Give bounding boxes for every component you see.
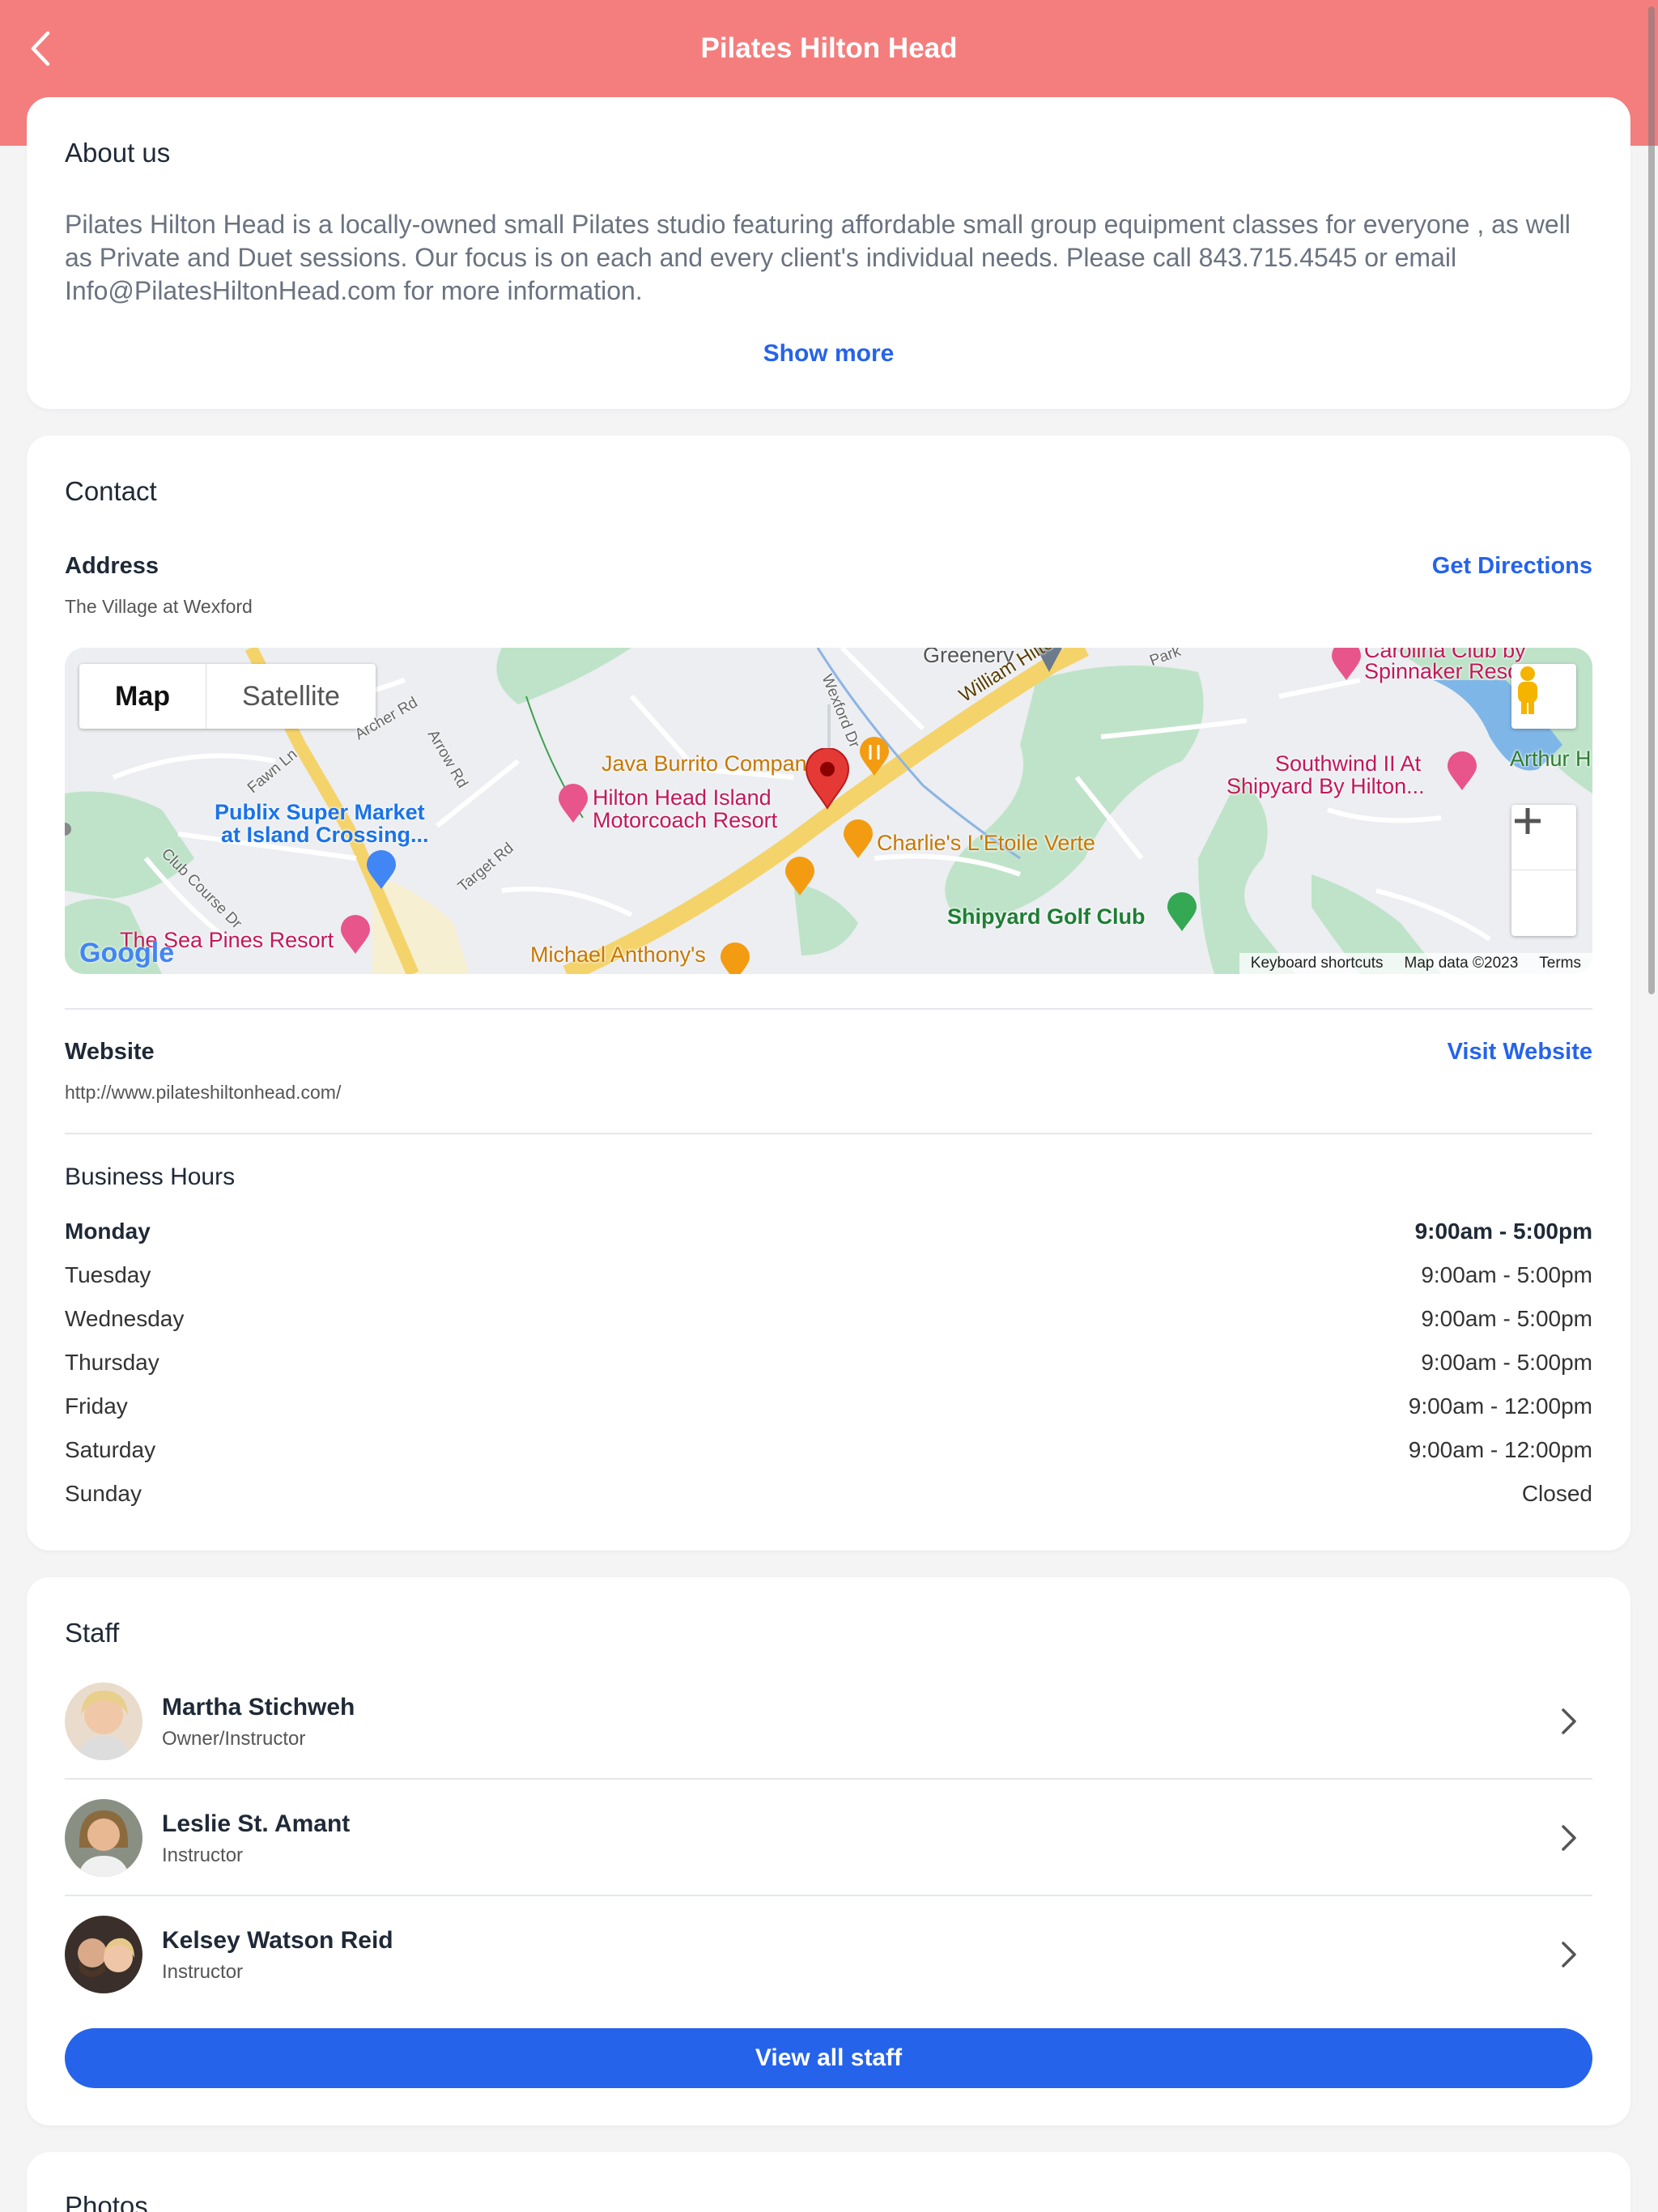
satellite-tab[interactable]: Satellite xyxy=(206,664,376,729)
hours-row-tuesday: Tuesday 9:00am - 5:00pm xyxy=(65,1262,1592,1295)
avatar xyxy=(65,1799,142,1877)
staff-row[interactable]: Leslie St. Amant Instructor xyxy=(65,1780,1592,1896)
hours-value: 9:00am - 5:00pm xyxy=(1421,1350,1592,1375)
address-value: The Village at Wexford xyxy=(65,596,253,617)
location-pin-icon xyxy=(805,748,850,810)
fullscreen-button[interactable] xyxy=(1511,664,1576,729)
hours-value: 9:00am - 5:00pm xyxy=(1421,1306,1592,1331)
keyboard-shortcuts-link[interactable]: Keyboard shortcuts xyxy=(1251,955,1384,972)
page-title: Pilates Hilton Head xyxy=(700,32,958,64)
contact-card: Contact Address Get Directions The Villa… xyxy=(27,436,1630,1551)
website-url: http://www.pilateshiltonhead.com/ xyxy=(65,1082,342,1103)
about-heading: About us xyxy=(65,138,171,168)
about-description: Pilates Hilton Head is a locally-owned s… xyxy=(65,210,1571,305)
divider xyxy=(65,1008,1592,1010)
contact-heading: Contact xyxy=(65,476,157,506)
restaurant-pin-icon xyxy=(785,857,814,895)
google-logo: Google xyxy=(79,938,175,968)
shopping-pin-icon xyxy=(367,850,396,889)
day-label: Saturday xyxy=(65,1437,156,1462)
map-label-publix-1: Publix Super Market xyxy=(215,800,425,824)
staff-row[interactable]: Kelsey Watson Reid Instructor xyxy=(65,1896,1592,2013)
staff-role: Owner/Instructor xyxy=(162,1728,306,1750)
staff-role: Instructor xyxy=(162,1844,244,1866)
map-label-motorcoach: Motorcoach Resort xyxy=(593,808,778,832)
business-hours-heading: Business Hours xyxy=(65,1163,236,1190)
terms-link[interactable]: Terms xyxy=(1539,955,1581,972)
scrollbar[interactable] xyxy=(1648,6,1655,994)
day-label: Sunday xyxy=(65,1481,142,1506)
hours-row-monday: Monday 9:00am - 5:00pm xyxy=(65,1219,1592,1251)
day-label: Tuesday xyxy=(65,1262,151,1287)
map-data-credit: Map data ©2023 xyxy=(1404,955,1519,972)
staff-name: Leslie St. Amant xyxy=(162,1810,351,1837)
hours-value: 9:00am - 12:00pm xyxy=(1408,1393,1592,1419)
view-all-staff-button[interactable]: View all staff xyxy=(65,2028,1592,2088)
restaurant-pin-icon xyxy=(844,819,873,858)
map-label-michael-anthonys: Michael Anthony's xyxy=(530,942,706,967)
address-label: Address xyxy=(65,553,159,579)
photos-card: Photos xyxy=(27,2152,1630,2212)
restaurant-pin-icon xyxy=(860,737,889,776)
map-label-southwind-1: Southwind II At xyxy=(1275,751,1422,776)
map-tab[interactable]: Map xyxy=(79,664,206,729)
hours-value: 9:00am - 12:00pm xyxy=(1408,1437,1592,1462)
chevron-left-icon xyxy=(31,31,50,66)
map-label-shipyard-golf: Shipyard Golf Club xyxy=(947,904,1146,929)
hours-row-friday: Friday 9:00am - 12:00pm xyxy=(65,1393,1592,1426)
about-card: About us Pilates Hilton Head is a locall… xyxy=(27,97,1630,409)
app-header: Pilates Hilton Head xyxy=(0,0,1658,97)
visit-website-link[interactable]: Visit Website xyxy=(1448,1039,1592,1066)
hotel-pin-icon xyxy=(1332,648,1361,680)
map-label-hilton-head-island: Hilton Head Island xyxy=(593,785,772,810)
hours-row-sunday: Sunday Closed xyxy=(65,1481,1592,1513)
website-label: Website xyxy=(65,1039,155,1065)
hotel-pin-icon xyxy=(1448,751,1477,790)
chevron-right-icon xyxy=(1562,1825,1576,1851)
hours-value: 9:00am - 5:00pm xyxy=(1421,1262,1592,1287)
staff-role: Instructor xyxy=(162,1961,244,1983)
hours-row-saturday: Saturday 9:00am - 12:00pm xyxy=(65,1437,1592,1470)
chevron-right-icon xyxy=(1562,1708,1576,1734)
staff-row[interactable]: Martha Stichweh Owner/Instructor xyxy=(65,1663,1592,1780)
map-label-spinnaker: Spinnaker Reso xyxy=(1364,659,1520,683)
back-button[interactable] xyxy=(18,24,63,73)
day-label: Friday xyxy=(65,1393,128,1419)
avatar xyxy=(65,1916,142,1993)
golf-pin-icon xyxy=(1167,892,1197,931)
show-more-link[interactable]: Show more xyxy=(763,340,895,367)
hours-row-wednesday: Wednesday 9:00am - 5:00pm xyxy=(65,1306,1592,1338)
hotel-pin-icon xyxy=(559,784,588,823)
staff-name: Kelsey Watson Reid xyxy=(162,1927,393,1954)
staff-heading: Staff xyxy=(65,1618,120,1648)
hours-value: 9:00am - 5:00pm xyxy=(1414,1219,1592,1244)
divider xyxy=(65,1133,1592,1134)
resort-pin-icon xyxy=(341,915,370,954)
photos-heading: Photos xyxy=(65,2191,148,2212)
chevron-right-icon xyxy=(1562,1942,1576,1967)
get-directions-link[interactable]: Get Directions xyxy=(1432,553,1592,580)
map-label-publix-2: at Island Crossing... xyxy=(221,823,429,847)
pegman-icon xyxy=(1518,666,1537,714)
restaurant-pin-icon xyxy=(721,942,750,974)
map-footer: Keyboard shortcuts Map data ©2023 Terms xyxy=(1239,953,1592,974)
map-label-southwind-2: Shipyard By Hilton... xyxy=(1226,774,1425,798)
zoom-controls xyxy=(1511,805,1576,936)
day-label: Monday xyxy=(65,1219,151,1244)
staff-card: Staff Martha Stichweh Owner/Instructor L… xyxy=(27,1577,1630,2125)
map-label-java-burrito: Java Burrito Compan xyxy=(602,751,807,776)
minus-icon xyxy=(1515,819,1541,823)
map-widget[interactable]: Map Satellite Greenery William Hilton Pk… xyxy=(65,648,1592,974)
hours-row-thursday: Thursday 9:00am - 5:00pm xyxy=(65,1350,1592,1382)
map-type-toggle: Map Satellite xyxy=(79,664,376,729)
day-label: Thursday xyxy=(65,1350,159,1375)
map-label-charlies: Charlie's L'Etoile Verte xyxy=(877,831,1095,855)
map-label-arthur: Arthur H xyxy=(1510,747,1592,771)
hours-value: Closed xyxy=(1521,1481,1592,1506)
staff-name: Martha Stichweh xyxy=(162,1694,355,1721)
day-label: Wednesday xyxy=(65,1306,185,1331)
avatar xyxy=(65,1682,142,1760)
zoom-out-button[interactable] xyxy=(1511,819,1576,936)
show-more-wrapper: Show more xyxy=(27,340,1630,368)
